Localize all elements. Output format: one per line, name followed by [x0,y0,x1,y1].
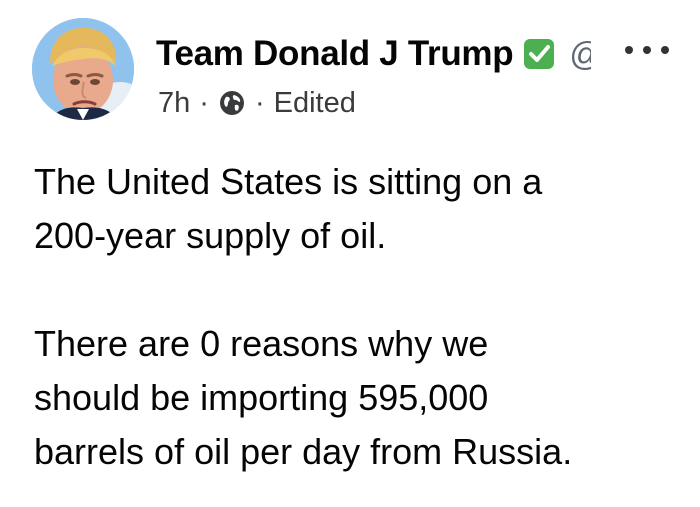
post-text-line: barrels of oil per day from Russia. [34,431,573,472]
avatar[interactable] [32,18,134,120]
post-text-line: There are 0 reasons why we [34,323,489,364]
verified-check-icon [523,38,555,70]
more-horizontal-icon-dot [661,46,669,54]
post-body: The United States is sitting on a 200-ye… [34,155,684,479]
post-text-line: The United States is sitting on a [34,161,543,202]
post-paragraph: There are 0 reasons why we should be imp… [34,317,684,479]
author-name[interactable]: Team Donald J Trump [156,34,514,74]
globe-icon[interactable] [218,89,246,117]
more-options-button[interactable] [625,36,669,64]
social-post: Team Donald J Trump @ 7h · [0,0,700,507]
meta-separator: · [199,86,209,119]
post-paragraph: The United States is sitting on a 200-ye… [34,155,684,263]
post-timestamp[interactable]: 7h [158,87,190,120]
post-meta: 7h · · Edited [158,82,356,124]
post-header: Team Donald J Trump @ 7h · [0,0,700,140]
more-horizontal-icon [625,46,633,54]
post-text-line: 200-year supply of oil. [34,215,387,256]
author-line: Team Donald J Trump @ [156,30,591,78]
post-text-line: should be importing 595,000 [34,377,489,418]
meta-separator: · [254,86,265,119]
author-handle-fragment[interactable]: @ [569,35,591,73]
edited-label[interactable]: Edited [274,87,356,120]
more-horizontal-icon-dot [643,46,651,54]
